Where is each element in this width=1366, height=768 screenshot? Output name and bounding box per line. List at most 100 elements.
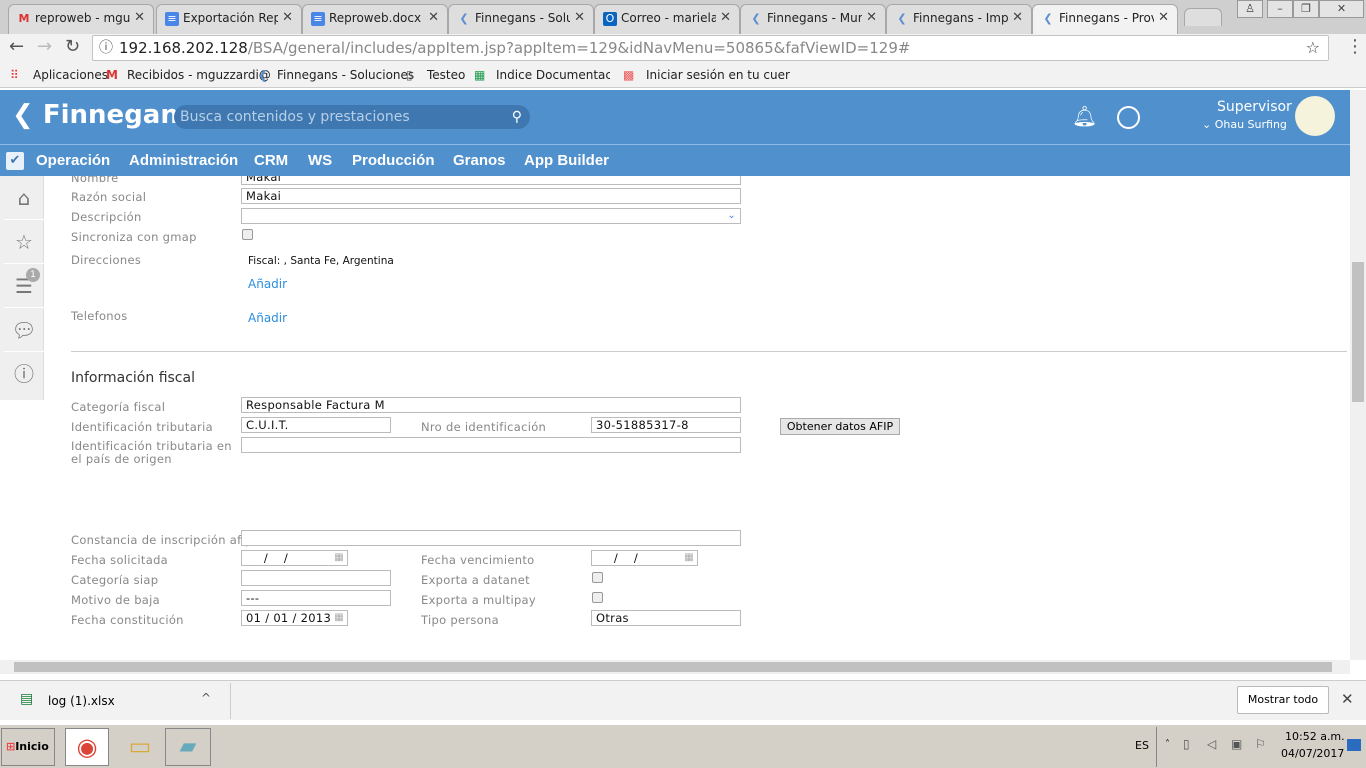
constancia-input[interactable] [241,530,741,546]
browser-tab[interactable]: ≡ Reproweb.docx - ✕ [302,4,448,34]
calendar-icon[interactable]: ▦ [334,611,344,625]
show-all-button[interactable]: Mostrar todo [1237,686,1329,714]
multipay-checkbox[interactable] [592,592,603,603]
close-tab-icon[interactable]: ✕ [716,7,731,29]
start-button[interactable]: ⊞Inicio [1,728,55,766]
add-direccion-link[interactable]: Añadir [248,277,287,291]
calendar-icon[interactable]: ▦ [684,551,694,565]
categoria-fiscal-input[interactable]: Responsable Factura M [241,397,741,413]
close-tab-icon[interactable]: ✕ [1008,7,1023,29]
notepad-taskbar-icon[interactable]: ▰ [165,728,211,766]
forward-icon[interactable]: → [37,36,52,57]
scroll-thumb[interactable] [14,662,1332,672]
bookmark[interactable]: Indice Documentación S [496,68,610,82]
browser-tab[interactable]: Mreproweb - mguzz ✕ [8,4,154,34]
menu-icon[interactable]: ⋮ [1346,36,1364,57]
browser-tab[interactable]: ≡ Exportación Repro ✕ [156,4,302,34]
nav-crm[interactable]: CRM [254,152,288,169]
help-icon[interactable]: ⓘ [4,352,44,396]
close-tab-icon[interactable]: ✕ [278,7,293,29]
flag-icon[interactable]: ⚐ [1255,737,1266,751]
clock-time[interactable]: 10:52 a.m. [1285,730,1345,743]
close-window-button[interactable]: ✕ [1319,0,1364,18]
motivo-baja-input[interactable]: --- [241,590,391,606]
close-icon[interactable]: ✕ [1341,690,1354,708]
vertical-scrollbar[interactable] [1350,90,1366,660]
clock-date[interactable]: 04/07/2017 [1281,747,1344,760]
browser-tab[interactable]: ❮ Finnegans - Soluc ✕ [448,4,594,34]
nroid-input[interactable]: 30-51885317-8 [591,417,741,433]
checkbox-menu-icon[interactable]: ✔ [6,152,24,170]
reload-icon[interactable]: ↻ [65,36,80,57]
chat-icon[interactable]: 💬︎ [4,308,44,352]
fecha-constitucion-input[interactable]: 01 / 01 / 2013 ▦ [241,610,348,626]
browser-tab[interactable]: O Correo - mariela.g ✕ [594,4,740,34]
tipo-persona-input[interactable]: Otras [591,610,741,626]
nav-granos[interactable]: Granos [453,152,506,169]
scroll-thumb[interactable] [1352,262,1364,402]
minimize-button[interactable]: – [1267,0,1293,18]
close-tab-icon[interactable]: ✕ [570,7,585,29]
browser-tab[interactable]: ❮ Finnegans - Muro ✕ [740,4,886,34]
url-input[interactable]: ⓘ 192.168.202.128/BSA/general/includes/ap… [92,35,1329,61]
calendar-icon[interactable]: ▦ [334,551,344,565]
idtrib-input[interactable]: C.U.I.T. [241,417,391,433]
bookmark[interactable]: Testeo [427,68,465,82]
razon-social-input[interactable]: Makai [241,188,741,204]
gmap-label: Sincroniza con gmap [71,230,197,244]
close-tab-icon[interactable]: ✕ [862,7,877,29]
chevron-up-icon[interactable]: ^ [201,691,211,705]
nombre-input[interactable]: Makai [241,176,741,185]
avatar[interactable] [1295,96,1335,136]
volume-icon[interactable]: ◁ [1207,737,1216,751]
close-tab-icon[interactable]: ✕ [424,7,439,29]
star-icon[interactable]: ☆ [4,220,44,264]
nav-ws[interactable]: WS [308,152,332,169]
search-icon[interactable]: ⚲ [512,105,522,129]
company-selector[interactable]: ⌄ Ohau Surfing [1202,118,1287,131]
chrome-taskbar-icon[interactable]: ◉ [65,728,109,766]
user-name[interactable]: Supervisor [1217,99,1292,115]
bookmark[interactable]: Finnegans - Soluciones [277,68,414,82]
show-desktop-icon[interactable] [1347,739,1361,751]
add-telefono-link[interactable]: Añadir [248,311,287,325]
explorer-taskbar-icon[interactable]: ▭ [118,728,162,766]
back-icon[interactable]: ← [9,36,24,57]
bookmark[interactable]: Recibidos - mguzzardi@ [127,68,271,82]
home-icon[interactable]: ⌂ [4,176,44,220]
chevron-up-icon[interactable]: ˄ [1165,739,1170,750]
datanet-checkbox[interactable] [592,572,603,583]
browser-tab[interactable]: ❮ Finnegans - Impor ✕ [886,4,1032,34]
fecha-solicitada-input[interactable]: / / ▦ [241,550,348,566]
star-bookmark-icon[interactable]: ☆ [1306,36,1320,60]
language-indicator[interactable]: ES [1135,739,1149,752]
nav-administracion[interactable]: Administración [129,152,238,169]
bookmark[interactable]: Aplicaciones [33,68,108,82]
search-input[interactable]: Busca contenidos y prestaciones ⚲ [174,105,530,129]
fecha-vencimiento-input[interactable]: / / ▦ [591,550,698,566]
finnegans-icon: ❮ [258,68,269,82]
restore-button[interactable]: ❐ [1293,0,1319,18]
browser-tab-active[interactable]: ❮ Finnegans - Prove ✕ [1032,4,1178,34]
usb-icon[interactable]: ▯ [1183,737,1190,751]
download-item[interactable]: log (1).xlsx [48,694,115,708]
descripcion-select[interactable]: ⌄ [241,208,741,224]
gmap-checkbox[interactable] [242,229,253,240]
nav-app-builder[interactable]: App Builder [524,152,609,169]
close-tab-icon[interactable]: ✕ [1154,7,1169,29]
user-icon[interactable] [1117,106,1140,129]
idorigen-input[interactable] [241,437,741,453]
nav-operacion[interactable]: Operación [36,152,110,169]
close-tab-icon[interactable]: ✕ [130,7,145,29]
bookmark[interactable]: Iniciar sesión en tu cuer [646,68,790,82]
bell-icon[interactable]: 🔔︎ [1072,104,1097,128]
tasks-icon[interactable]: ☰ 1 [4,264,44,308]
siap-input[interactable] [241,570,391,586]
new-tab-button[interactable] [1184,8,1222,26]
finnegans-logo[interactable]: ❮ Finnegans [12,100,194,130]
network-icon[interactable]: ▣ [1231,737,1242,751]
user-profile-icon[interactable]: ♙ [1237,0,1263,18]
horizontal-scrollbar[interactable] [0,660,1350,674]
nav-produccion[interactable]: Producción [352,152,435,169]
obtener-afip-button[interactable]: Obtener datos AFIP [780,418,900,435]
